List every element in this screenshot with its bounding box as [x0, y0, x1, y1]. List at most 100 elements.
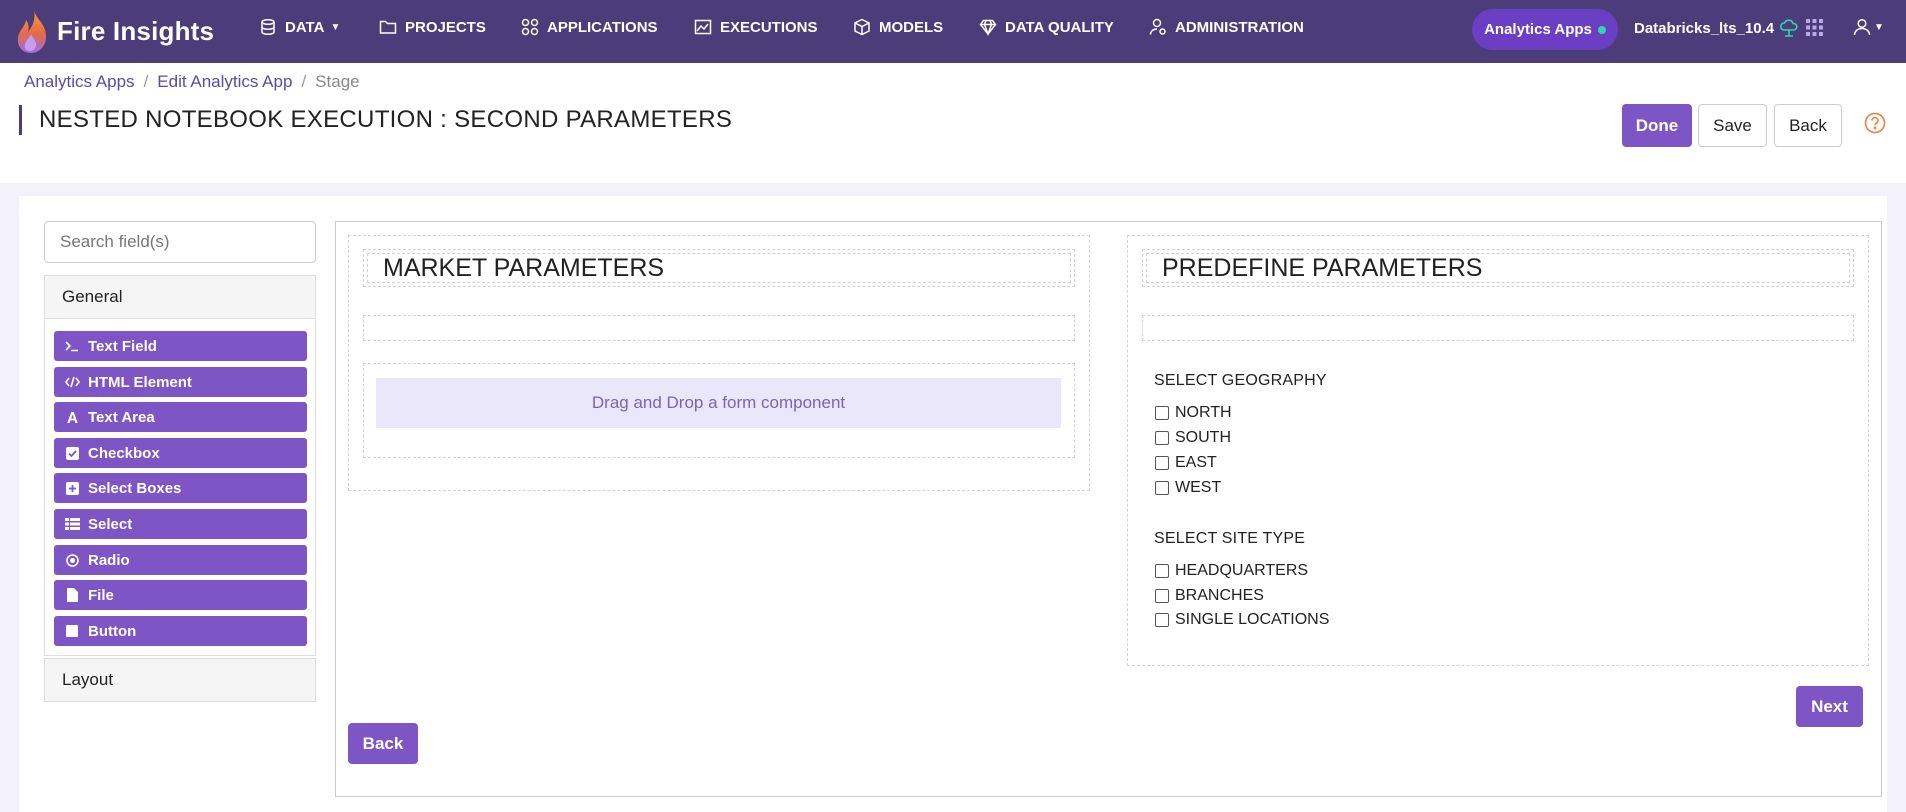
component-html-element[interactable]: HTML Element: [54, 367, 307, 397]
checkbox-south[interactable]: SOUTH: [1155, 429, 1231, 447]
form-back-button[interactable]: Back: [348, 723, 418, 764]
select-geography-label: SELECT GEOGRAPHY: [1154, 372, 1327, 389]
right-empty-block[interactable]: [1142, 315, 1854, 341]
component-text-field[interactable]: Text Field: [54, 331, 307, 361]
component-select[interactable]: Select: [54, 509, 307, 539]
dot-circle-icon: [64, 553, 80, 567]
apps-grid-icon[interactable]: [1806, 19, 1823, 36]
nav-applications-label: APPLICATIONS: [547, 18, 658, 36]
checkbox-label: NORTH: [1175, 404, 1232, 421]
chart-icon: [694, 19, 712, 35]
breadcrumb-analytics-apps[interactable]: Analytics Apps: [24, 72, 135, 92]
help-icon[interactable]: [1864, 112, 1886, 134]
checkbox-box[interactable]: [1155, 564, 1169, 578]
component-select-boxes[interactable]: Select Boxes: [54, 473, 307, 503]
done-button[interactable]: Done: [1622, 104, 1692, 147]
caret-down-icon: ▼: [1874, 21, 1884, 33]
top-navbar: Fire Insights DATA ▼ PROJECTS APPLICATIO…: [0, 0, 1906, 63]
component-label: Button: [88, 622, 137, 640]
checkbox-box[interactable]: [1155, 431, 1169, 445]
page-title: NESTED NOTEBOOK EXECUTION : SECOND PARAM…: [39, 106, 733, 133]
breadcrumb-separator: /: [143, 72, 149, 91]
checkbox-headquarters[interactable]: HEADQUARTERS: [1155, 562, 1308, 580]
breadcrumb-separator: /: [301, 72, 307, 91]
breadcrumb-current: Stage: [315, 72, 360, 91]
nav-projects[interactable]: PROJECTS: [379, 17, 486, 37]
analytics-apps-pill[interactable]: Analytics Apps: [1472, 9, 1618, 50]
checkbox-box[interactable]: [1155, 481, 1169, 495]
nav-applications[interactable]: APPLICATIONS: [521, 17, 658, 37]
component-label: Text Area: [88, 408, 155, 426]
checkbox-label: SINGLE LOCATIONS: [1175, 611, 1330, 628]
component-file[interactable]: File: [54, 580, 307, 610]
caret-down-icon: ▼: [330, 21, 341, 33]
database-icon: [261, 18, 275, 36]
cloud-connected-icon: [1780, 19, 1798, 37]
analytics-apps-pill-label: Analytics Apps: [1484, 21, 1592, 38]
folder-icon: [379, 20, 397, 34]
checkbox-box[interactable]: [1155, 613, 1169, 627]
nav-executions-label: EXECUTIONS: [720, 18, 818, 36]
component-checkbox[interactable]: Checkbox: [54, 438, 307, 468]
breadcrumb-edit-analytics-app[interactable]: Edit Analytics App: [157, 72, 292, 92]
checkbox-east[interactable]: EAST: [1155, 454, 1217, 472]
checkbox-box[interactable]: [1155, 589, 1169, 603]
checkbox-box[interactable]: [1155, 456, 1169, 470]
plus-square-icon: [64, 481, 80, 495]
page-header: Analytics Apps / Edit Analytics App / St…: [0, 63, 1906, 183]
nav-models-label: MODELS: [879, 18, 944, 36]
font-icon: [64, 411, 80, 424]
cluster-label: Databricks_lts_10.4: [1634, 19, 1775, 37]
select-site-type-label: SELECT SITE TYPE: [1154, 530, 1306, 547]
check-square-icon: [64, 446, 80, 460]
status-dot: [1597, 25, 1606, 34]
cluster-selector[interactable]: Databricks_lts_10.4: [1634, 18, 1799, 38]
brand-name: Fire Insights: [57, 15, 215, 46]
nav-administration-label: ADMINISTRATION: [1175, 18, 1304, 36]
brand[interactable]: Fire Insights: [14, 8, 214, 54]
component-label: HTML Element: [88, 373, 192, 391]
checkbox-branches[interactable]: BRANCHES: [1155, 587, 1264, 605]
code-icon: [64, 376, 80, 388]
breadcrumb: Analytics Apps / Edit Analytics App / St…: [24, 72, 360, 92]
accordion-general-header[interactable]: General: [44, 275, 316, 319]
search-fields-input[interactable]: [44, 221, 316, 263]
next-button[interactable]: Next: [1796, 686, 1863, 727]
file-icon: [64, 588, 80, 602]
nav-projects-label: PROJECTS: [405, 18, 486, 36]
nav-executions[interactable]: EXECUTIONS: [694, 17, 818, 37]
component-label: Checkbox: [88, 444, 160, 462]
apps-icon: [521, 18, 539, 36]
checkbox-label: EAST: [1175, 454, 1217, 471]
predefine-parameters-title: PREDEFINE PARAMETERS: [1162, 254, 1483, 282]
nav-administration[interactable]: ADMINISTRATION: [1149, 17, 1304, 37]
table-list-icon: [64, 518, 80, 530]
checkbox-label: HEADQUARTERS: [1175, 562, 1309, 579]
save-button[interactable]: Save: [1698, 104, 1767, 147]
user-cog-icon: [1149, 18, 1166, 35]
component-label: Text Field: [88, 337, 157, 355]
checkbox-label: BRANCHES: [1175, 587, 1264, 604]
component-button[interactable]: Button: [54, 616, 307, 646]
checkbox-north[interactable]: NORTH: [1155, 404, 1232, 422]
left-empty-block[interactable]: [363, 315, 1075, 341]
nav-data[interactable]: DATA ▼: [259, 17, 340, 37]
component-label: Radio: [88, 551, 130, 569]
cube-icon: [854, 18, 870, 36]
dropzone[interactable]: Drag and Drop a form component: [376, 378, 1061, 428]
user-icon: [1853, 18, 1871, 36]
checkbox-label: SOUTH: [1175, 429, 1231, 446]
accordion-layout-header[interactable]: Layout: [44, 658, 316, 702]
checkbox-box[interactable]: [1155, 406, 1169, 420]
terminal-icon: [64, 340, 80, 352]
user-menu[interactable]: ▼: [1853, 18, 1884, 36]
component-label: Select: [88, 515, 133, 533]
page-title-wrap: NESTED NOTEBOOK EXECUTION : SECOND PARAM…: [19, 105, 732, 135]
nav-data-quality[interactable]: DATA QUALITY: [979, 17, 1114, 37]
component-radio[interactable]: Radio: [54, 545, 307, 575]
checkbox-west[interactable]: WEST: [1155, 479, 1221, 497]
component-text-area[interactable]: Text Area: [54, 402, 307, 432]
nav-models[interactable]: MODELS: [853, 17, 943, 37]
header-back-button[interactable]: Back: [1774, 104, 1842, 147]
checkbox-single-locations[interactable]: SINGLE LOCATIONS: [1155, 611, 1329, 629]
